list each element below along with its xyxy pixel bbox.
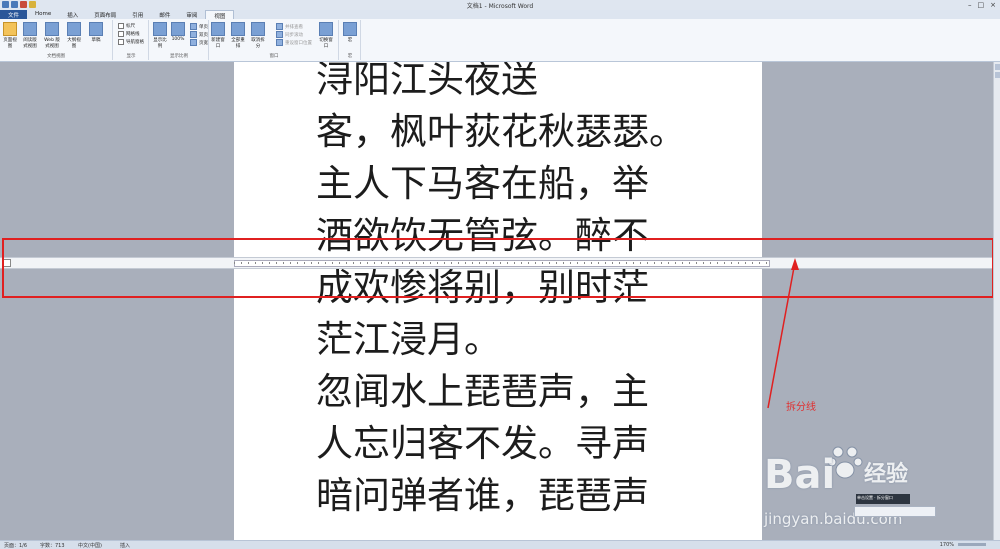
watermark-brand-cn: 经验 bbox=[864, 462, 909, 487]
mini-toolbar[interactable] bbox=[854, 506, 936, 517]
watermark-brand: Bai bbox=[764, 452, 836, 498]
baidu-jingyan-watermark: Bai 经验 jingyan.baidu.com bbox=[754, 432, 994, 538]
tooltip-popup: 单击设置 · 拆分窗口 bbox=[856, 494, 910, 504]
scroll-thumb[interactable] bbox=[995, 72, 1000, 78]
scroll-up-icon[interactable] bbox=[995, 64, 1000, 70]
status-zoom[interactable]: 170% bbox=[940, 542, 954, 548]
annotation-label: 拆分线 bbox=[786, 402, 816, 413]
zoom-slider[interactable] bbox=[958, 543, 986, 546]
vertical-scrollbar[interactable] bbox=[993, 62, 1000, 540]
